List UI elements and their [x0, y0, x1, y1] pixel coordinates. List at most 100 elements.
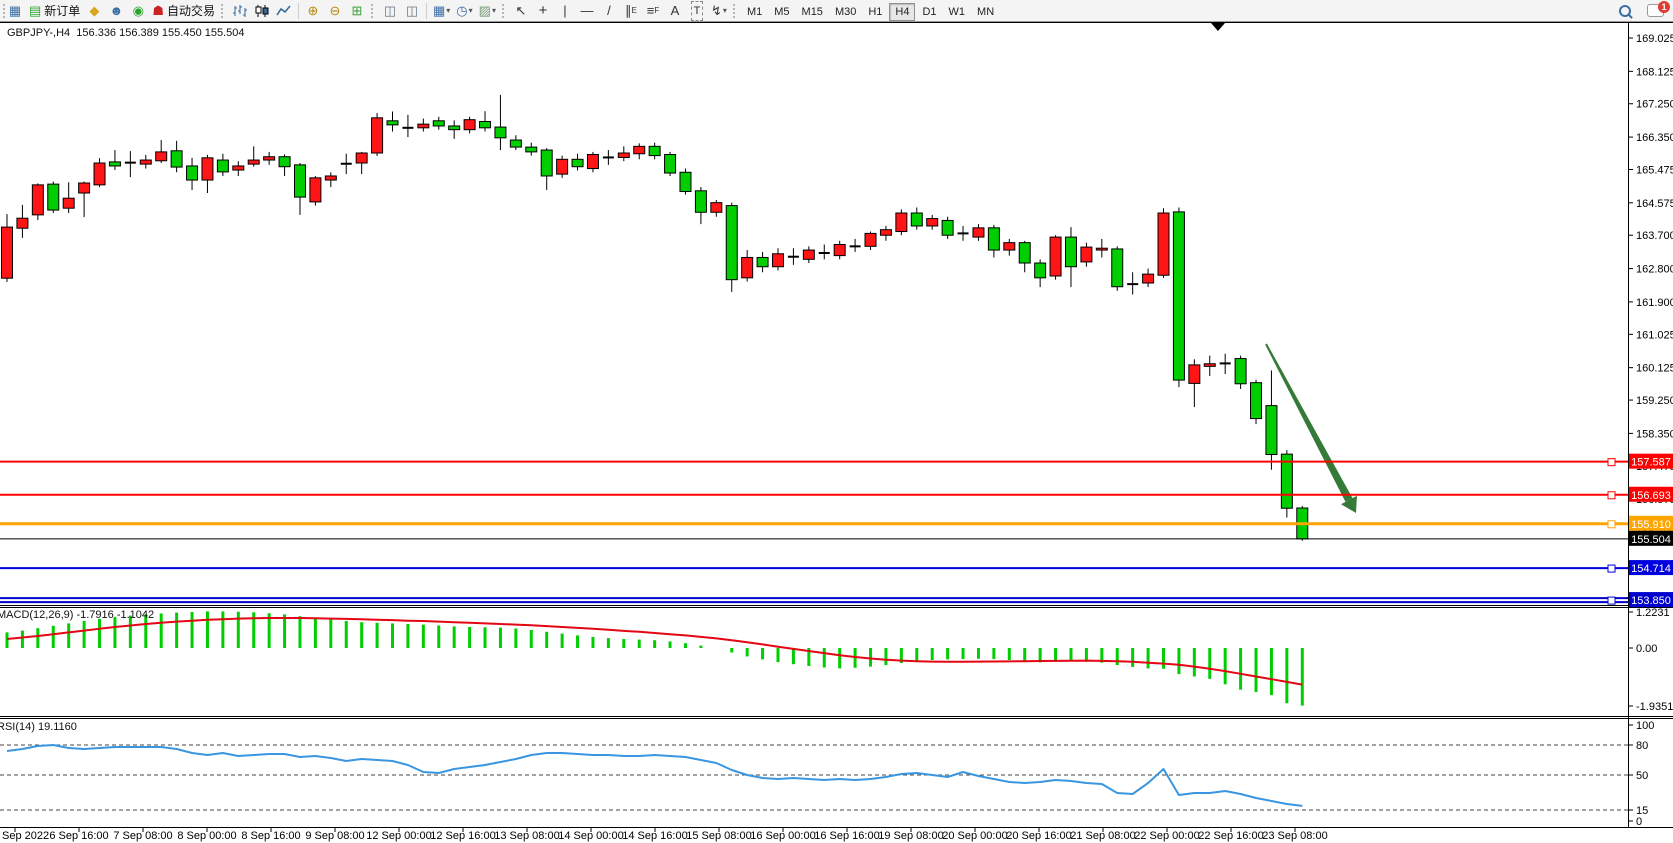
line-handle[interactable]	[1608, 492, 1615, 499]
svg-text:16 Sep 16:00: 16 Sep 16:00	[814, 830, 879, 842]
svg-text:153.850: 153.850	[1631, 595, 1671, 607]
candle	[896, 209, 907, 235]
cursor-tool-button[interactable]: ↖	[511, 2, 531, 20]
clock-icon: ◷	[456, 2, 467, 20]
svg-text:165.475: 165.475	[1636, 164, 1673, 176]
timeframe-m15[interactable]: M15	[797, 4, 828, 20]
svg-text:21 Sep 08:00: 21 Sep 08:00	[1070, 830, 1135, 842]
timeframe-m5[interactable]: M5	[769, 4, 794, 20]
macd-indicator-label: MACD(12,26,9) -1.7916 -1.1042	[0, 609, 154, 621]
svg-text:168.125: 168.125	[1636, 66, 1673, 78]
profiles-icon: ▦	[433, 2, 445, 20]
candle	[942, 217, 953, 239]
candlestick-type-button[interactable]	[252, 2, 272, 20]
timeframe-h4[interactable]: H4	[889, 3, 915, 21]
zoom-in-button[interactable]: ⊕	[303, 2, 323, 20]
metaquotes-button[interactable]: ◆	[84, 2, 104, 20]
line-handle[interactable]	[1608, 565, 1615, 572]
svg-text:167.250: 167.250	[1636, 99, 1673, 111]
svg-text:22 Sep 16:00: 22 Sep 16:00	[1198, 830, 1263, 842]
period-button[interactable]: ◷ ▾	[454, 2, 474, 20]
svg-text:12 Sep 00:00: 12 Sep 00:00	[366, 830, 431, 842]
time-axis[interactable]: Sep 20226 Sep 16:007 Sep 08:008 Sep 00:0…	[2, 827, 1328, 842]
arrange-charts-icon: ◫	[384, 2, 396, 20]
line-chart-type-button[interactable]	[274, 2, 294, 20]
search-icon	[1619, 5, 1631, 17]
timeframe-group: M1M5M15M30H1H4D1W1MN	[741, 4, 1000, 18]
fibonacci-tool-button[interactable]: ≡ F	[643, 2, 663, 20]
line-handle[interactable]	[1608, 459, 1615, 466]
candle	[1050, 235, 1061, 279]
cascade-charts-icon: ◫	[406, 2, 418, 20]
candle	[310, 176, 321, 206]
line-handle[interactable]	[1608, 521, 1615, 528]
vertical-line-tool-button[interactable]: |	[555, 2, 575, 20]
svg-text:8 Sep 16:00: 8 Sep 16:00	[241, 830, 300, 842]
arrows-tool-button[interactable]: ↯ ▾	[709, 2, 729, 20]
rsi-indicator-label: RSI(14) 19.1160	[0, 721, 77, 733]
toolbar-grip[interactable]	[502, 4, 507, 18]
template-button[interactable]: ▨ ▾	[477, 2, 498, 20]
auto-trading-button[interactable]: ☗ 自动交易	[150, 2, 217, 20]
timeframe-d1[interactable]: D1	[917, 4, 941, 20]
timeframe-mn[interactable]: MN	[972, 4, 999, 20]
tile-windows-button[interactable]: ⊞	[347, 2, 367, 20]
timeframe-w1[interactable]: W1	[944, 4, 971, 20]
toolbar-grip[interactable]	[733, 4, 738, 18]
toolbar-grip[interactable]	[221, 4, 226, 18]
svg-text:155.910: 155.910	[1631, 519, 1671, 531]
new-order-button[interactable]: ▤ 新订单	[27, 2, 82, 20]
notifications-button[interactable]: 1	[1645, 2, 1666, 20]
cursor-icon: ↖	[516, 2, 527, 20]
signals-button[interactable]: ◉	[128, 2, 148, 20]
zoom-in-icon: ⊕	[308, 2, 319, 20]
price-chart-canvas[interactable]: 169.025168.125167.250166.350165.475164.5…	[0, 0, 1673, 843]
arrows-palette-icon: ↯	[711, 2, 722, 20]
bar-chart-icon	[232, 4, 247, 18]
candle	[1158, 208, 1169, 278]
trendline-tool-button[interactable]: /	[599, 2, 619, 20]
svg-text:157.587: 157.587	[1631, 457, 1671, 469]
vertical-line-icon: |	[563, 2, 566, 20]
candle	[665, 152, 676, 176]
horizontal-line-tool-button[interactable]: —	[577, 2, 597, 20]
svg-text:20 Sep 00:00: 20 Sep 00:00	[942, 830, 1007, 842]
svg-text:156.693: 156.693	[1631, 490, 1671, 502]
profiles-button[interactable]: ▦ ▾	[431, 2, 452, 20]
svg-text:8 Sep 00:00: 8 Sep 00:00	[177, 830, 236, 842]
timeframe-h1[interactable]: H1	[863, 4, 887, 20]
svg-text:13 Sep 08:00: 13 Sep 08:00	[494, 830, 559, 842]
text-label-icon: T	[691, 1, 704, 21]
zoom-out-button[interactable]: ⊖	[325, 2, 345, 20]
svg-text:155.504: 155.504	[1631, 534, 1671, 546]
search-button[interactable]	[1615, 2, 1635, 20]
cascade-charts-button[interactable]: ◫	[402, 2, 422, 20]
terminal-button[interactable]: ☻	[106, 2, 126, 20]
line-handle[interactable]	[1608, 597, 1615, 604]
text-tool-button[interactable]: A	[665, 2, 685, 20]
main-toolbar: ▦ ▤ 新订单 ◆ ☻ ◉ ☗ 自动交易 ⊕ ⊖ ⊞ ◫ ◫ ▦	[0, 0, 1673, 22]
text-label-tool-button[interactable]: T	[687, 2, 707, 20]
metaquotes-icon: ◆	[89, 2, 99, 20]
bar-chart-type-button[interactable]	[230, 2, 250, 20]
channel-tool-button[interactable]: ∥ E	[621, 2, 641, 20]
svg-text:16 Sep 00:00: 16 Sep 00:00	[750, 830, 815, 842]
svg-text:161.900: 161.900	[1636, 297, 1673, 309]
new-chart-button[interactable]: ▦	[5, 2, 25, 20]
svg-text:6 Sep 16:00: 6 Sep 16:00	[49, 830, 108, 842]
svg-text:23 Sep 08:00: 23 Sep 08:00	[1262, 830, 1327, 842]
arrange-charts-button[interactable]: ◫	[380, 2, 400, 20]
toolbar-grip[interactable]	[371, 4, 376, 18]
svg-text:159.250: 159.250	[1636, 395, 1673, 407]
crosshair-icon: +	[539, 2, 548, 20]
timeframe-m30[interactable]: M30	[830, 4, 861, 20]
horizontal-line-icon: —	[580, 2, 593, 20]
svg-text:161.025: 161.025	[1636, 329, 1673, 341]
timeframe-m1[interactable]: M1	[742, 4, 767, 20]
candlestick-icon	[254, 4, 269, 18]
candle	[557, 156, 568, 178]
new-order-label: 新订单	[44, 2, 80, 19]
svg-text:163.700: 163.700	[1636, 230, 1673, 242]
crosshair-tool-button[interactable]: +	[533, 2, 553, 20]
terminal-icon: ☻	[109, 2, 123, 20]
